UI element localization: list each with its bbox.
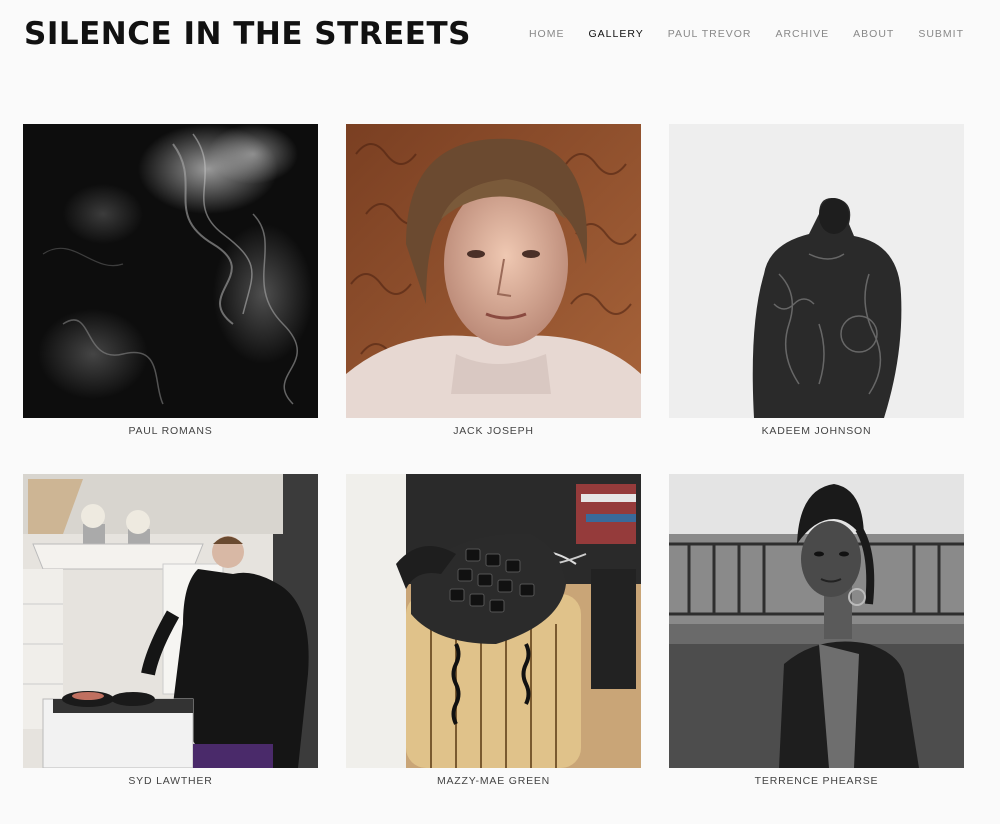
kitchen-photo[interactable] <box>23 474 318 768</box>
nav-about[interactable]: ABOUT <box>853 28 894 40</box>
smoke-photo[interactable] <box>23 124 318 418</box>
nav-paul-trevor[interactable]: PAUL TREVOR <box>668 28 752 40</box>
site-header: SILENCE IN THE STREETS HOME GALLERY PAUL… <box>24 14 964 54</box>
main-nav: HOME GALLERY PAUL TREVOR ARCHIVE ABOUT S… <box>529 28 964 40</box>
telephone-photo[interactable] <box>346 474 641 768</box>
gallery-item[interactable]: TERRENCE PHEARSE <box>669 474 964 824</box>
gallery-item-caption[interactable]: TERRENCE PHEARSE <box>669 768 964 824</box>
gallery-item[interactable]: PAUL ROMANS <box>23 124 318 474</box>
nav-gallery[interactable]: GALLERY <box>588 28 643 40</box>
gallery-item[interactable]: KADEEM JOHNSON <box>669 124 964 474</box>
gallery-item-caption[interactable]: JACK JOSEPH <box>346 418 641 474</box>
gallery-item-caption[interactable]: SYD LAWTHER <box>23 768 318 824</box>
gallery-item[interactable]: SYD LAWTHER <box>23 474 318 824</box>
portrait-photo[interactable] <box>346 124 641 418</box>
gallery-grid: PAUL ROMANS JACK JOSEPH KADEEM JOHNSON S… <box>23 124 964 824</box>
gallery-item-caption[interactable]: KADEEM JOHNSON <box>669 418 964 474</box>
back-tattoo-photo[interactable] <box>669 124 964 418</box>
gallery-item[interactable]: MAZZY-MAE GREEN <box>346 474 641 824</box>
gallery-item-caption[interactable]: MAZZY-MAE GREEN <box>346 768 641 824</box>
nav-home[interactable]: HOME <box>529 28 565 40</box>
durag-portrait-photo[interactable] <box>669 474 964 768</box>
nav-submit[interactable]: SUBMIT <box>918 28 964 40</box>
gallery-item-caption[interactable]: PAUL ROMANS <box>23 418 318 474</box>
nav-archive[interactable]: ARCHIVE <box>775 28 829 40</box>
gallery-item[interactable]: JACK JOSEPH <box>346 124 641 474</box>
site-title[interactable]: SILENCE IN THE STREETS <box>24 16 471 52</box>
